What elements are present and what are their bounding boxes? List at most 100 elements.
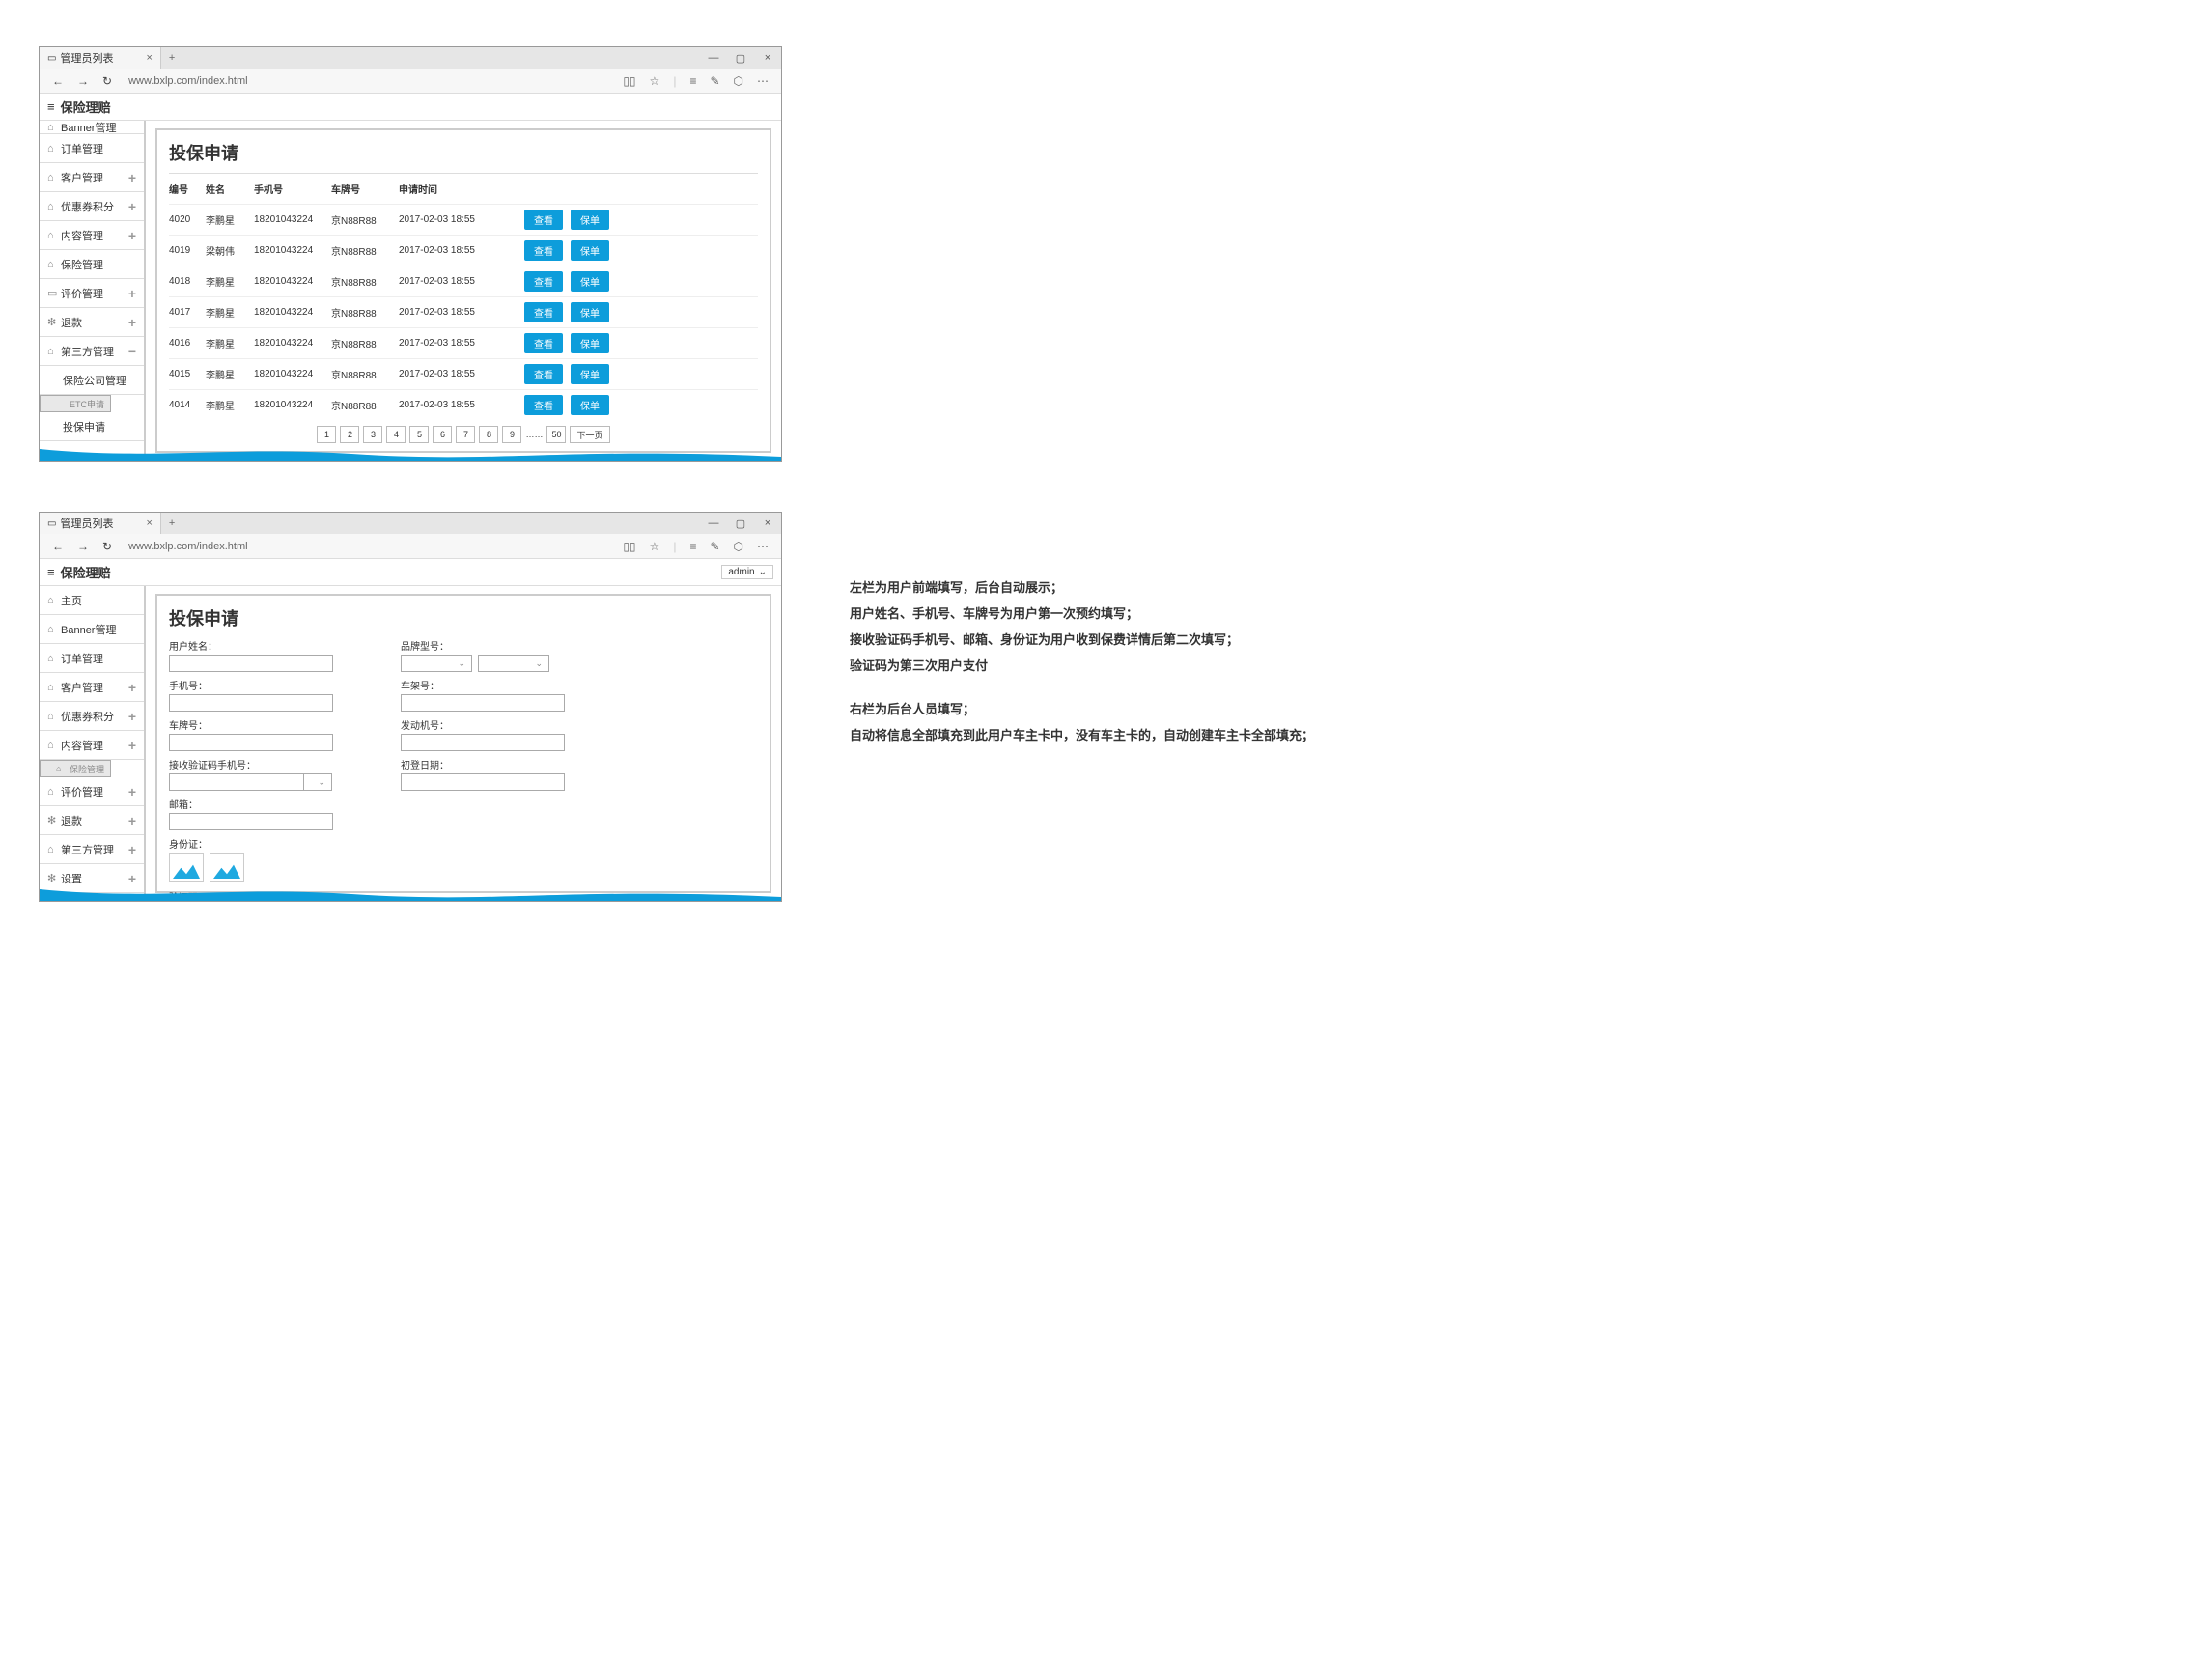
policy-button[interactable]: 保单 — [571, 364, 609, 384]
maximize-button[interactable]: ▢ — [727, 52, 754, 65]
input-firstreg[interactable] — [401, 773, 565, 791]
input-email[interactable] — [169, 813, 333, 830]
page-number[interactable]: 7 — [456, 426, 475, 443]
close-window-button[interactable]: × — [754, 52, 781, 65]
page-number[interactable]: 8 — [479, 426, 498, 443]
idcard-front-image[interactable] — [169, 853, 204, 882]
sidebar-item[interactable]: ⌂第三方管理+ — [40, 835, 144, 864]
expand-icon[interactable]: + — [128, 784, 136, 799]
note-icon[interactable]: ✎ — [710, 74, 719, 88]
sidebar-item[interactable]: ⌂客户管理+ — [40, 673, 144, 702]
hub-icon[interactable]: ≡ — [689, 540, 696, 553]
browser-tab[interactable]: ▭管理员列表× — [40, 47, 161, 69]
vcode-phone-select[interactable]: ⌄ — [303, 773, 332, 791]
reload-icon[interactable]: ↻ — [102, 74, 112, 88]
sidebar-item[interactable]: ✻退款+ — [40, 308, 144, 337]
minimize-button[interactable]: — — [700, 52, 727, 65]
reader-icon[interactable]: ▯▯ — [623, 74, 635, 88]
more-icon[interactable]: ⋯ — [757, 540, 769, 553]
input-engine[interactable] — [401, 734, 565, 751]
policy-button[interactable]: 保单 — [571, 210, 609, 230]
url-text[interactable]: www.bxlp.com/index.html — [128, 75, 248, 87]
page-next[interactable]: 下一页 — [570, 426, 609, 443]
policy-button[interactable]: 保单 — [571, 395, 609, 415]
input-username[interactable] — [169, 655, 333, 672]
menu-icon[interactable]: ≡ — [47, 565, 55, 579]
input-vin[interactable] — [401, 694, 565, 712]
forward-icon[interactable]: → — [77, 540, 89, 553]
sidebar-subitem[interactable]: 投保申请 — [40, 412, 144, 441]
page-number[interactable]: 3 — [363, 426, 382, 443]
expand-icon[interactable]: + — [128, 709, 136, 724]
admin-dropdown[interactable]: admin⌄ — [721, 565, 773, 579]
view-button[interactable]: 查看 — [524, 364, 563, 384]
policy-button[interactable]: 保单 — [571, 333, 609, 353]
sidebar-item[interactable]: ⌂内容管理+ — [40, 221, 144, 250]
sidebar-item[interactable]: ⌂客户管理+ — [40, 163, 144, 192]
page-number[interactable]: 5 — [409, 426, 429, 443]
sidebar-item[interactable]: ⌂优惠券积分+ — [40, 192, 144, 221]
note-icon[interactable]: ✎ — [710, 540, 719, 553]
sidebar-item[interactable]: ⌂优惠券积分+ — [40, 702, 144, 731]
expand-icon[interactable]: + — [128, 199, 136, 214]
sidebar-item[interactable]: ⌂保险管理 — [40, 250, 144, 279]
share-icon[interactable]: ⬡ — [734, 74, 743, 88]
idcard-back-image[interactable] — [210, 853, 244, 882]
page-number[interactable]: 6 — [433, 426, 452, 443]
expand-icon[interactable]: + — [128, 738, 136, 753]
expand-icon[interactable]: + — [128, 680, 136, 695]
favorite-icon[interactable]: ☆ — [650, 74, 660, 88]
reader-icon[interactable]: ▯▯ — [623, 540, 635, 553]
page-number[interactable]: 1 — [317, 426, 336, 443]
policy-button[interactable]: 保单 — [571, 302, 609, 322]
forward-icon[interactable]: → — [77, 74, 89, 88]
input-phone[interactable] — [169, 694, 333, 712]
sidebar-item[interactable]: ⌂内容管理+ — [40, 731, 144, 760]
back-icon[interactable]: ← — [52, 540, 64, 553]
minimize-button[interactable]: — — [700, 518, 727, 530]
sidebar-subitem[interactable]: ETC申请 — [40, 395, 111, 412]
sidebar-item[interactable]: ⌂第三方管理− — [40, 337, 144, 366]
share-icon[interactable]: ⬡ — [734, 540, 743, 553]
sidebar-item[interactable]: ▭评价管理+ — [40, 279, 144, 308]
view-button[interactable]: 查看 — [524, 240, 563, 261]
tab-close-icon[interactable]: × — [146, 52, 152, 64]
back-icon[interactable]: ← — [52, 74, 64, 88]
policy-button[interactable]: 保单 — [571, 240, 609, 261]
brand-select-2[interactable]: ⌄ — [478, 655, 549, 672]
view-button[interactable]: 查看 — [524, 302, 563, 322]
new-tab-button[interactable]: + — [161, 52, 182, 64]
sidebar-item[interactable]: ⌂主页 — [40, 586, 144, 615]
browser-tab[interactable]: ▭管理员列表× — [40, 513, 161, 534]
new-tab-button[interactable]: + — [161, 518, 182, 529]
sidebar-item[interactable]: ⌂评价管理+ — [40, 777, 144, 806]
reload-icon[interactable]: ↻ — [102, 540, 112, 553]
favorite-icon[interactable]: ☆ — [650, 540, 660, 553]
page-number[interactable]: 50 — [546, 426, 566, 443]
sidebar-item[interactable]: ⌂保险管理 — [40, 760, 111, 777]
page-number[interactable]: 9 — [502, 426, 521, 443]
expand-icon[interactable]: + — [128, 813, 136, 828]
expand-icon[interactable]: + — [128, 842, 136, 857]
sidebar-item[interactable]: ⌂订单管理 — [40, 134, 144, 163]
expand-icon[interactable]: + — [128, 286, 136, 301]
page-number[interactable]: 2 — [340, 426, 359, 443]
more-icon[interactable]: ⋯ — [757, 74, 769, 88]
view-button[interactable]: 查看 — [524, 395, 563, 415]
hub-icon[interactable]: ≡ — [689, 74, 696, 88]
sidebar-subitem[interactable]: 保险公司管理 — [40, 366, 144, 395]
view-button[interactable]: 查看 — [524, 210, 563, 230]
tab-close-icon[interactable]: × — [146, 518, 152, 529]
input-vcode-phone[interactable] — [169, 773, 304, 791]
sidebar-item[interactable]: ⌂Banner管理 — [40, 615, 144, 644]
view-button[interactable]: 查看 — [524, 271, 563, 292]
url-text[interactable]: www.bxlp.com/index.html — [128, 541, 248, 552]
view-button[interactable]: 查看 — [524, 333, 563, 353]
expand-icon[interactable]: + — [128, 170, 136, 185]
maximize-button[interactable]: ▢ — [727, 518, 754, 530]
expand-icon[interactable]: − — [128, 344, 136, 359]
policy-button[interactable]: 保单 — [571, 271, 609, 292]
close-window-button[interactable]: × — [754, 518, 781, 530]
menu-icon[interactable]: ≡ — [47, 99, 55, 114]
page-number[interactable]: 4 — [386, 426, 406, 443]
